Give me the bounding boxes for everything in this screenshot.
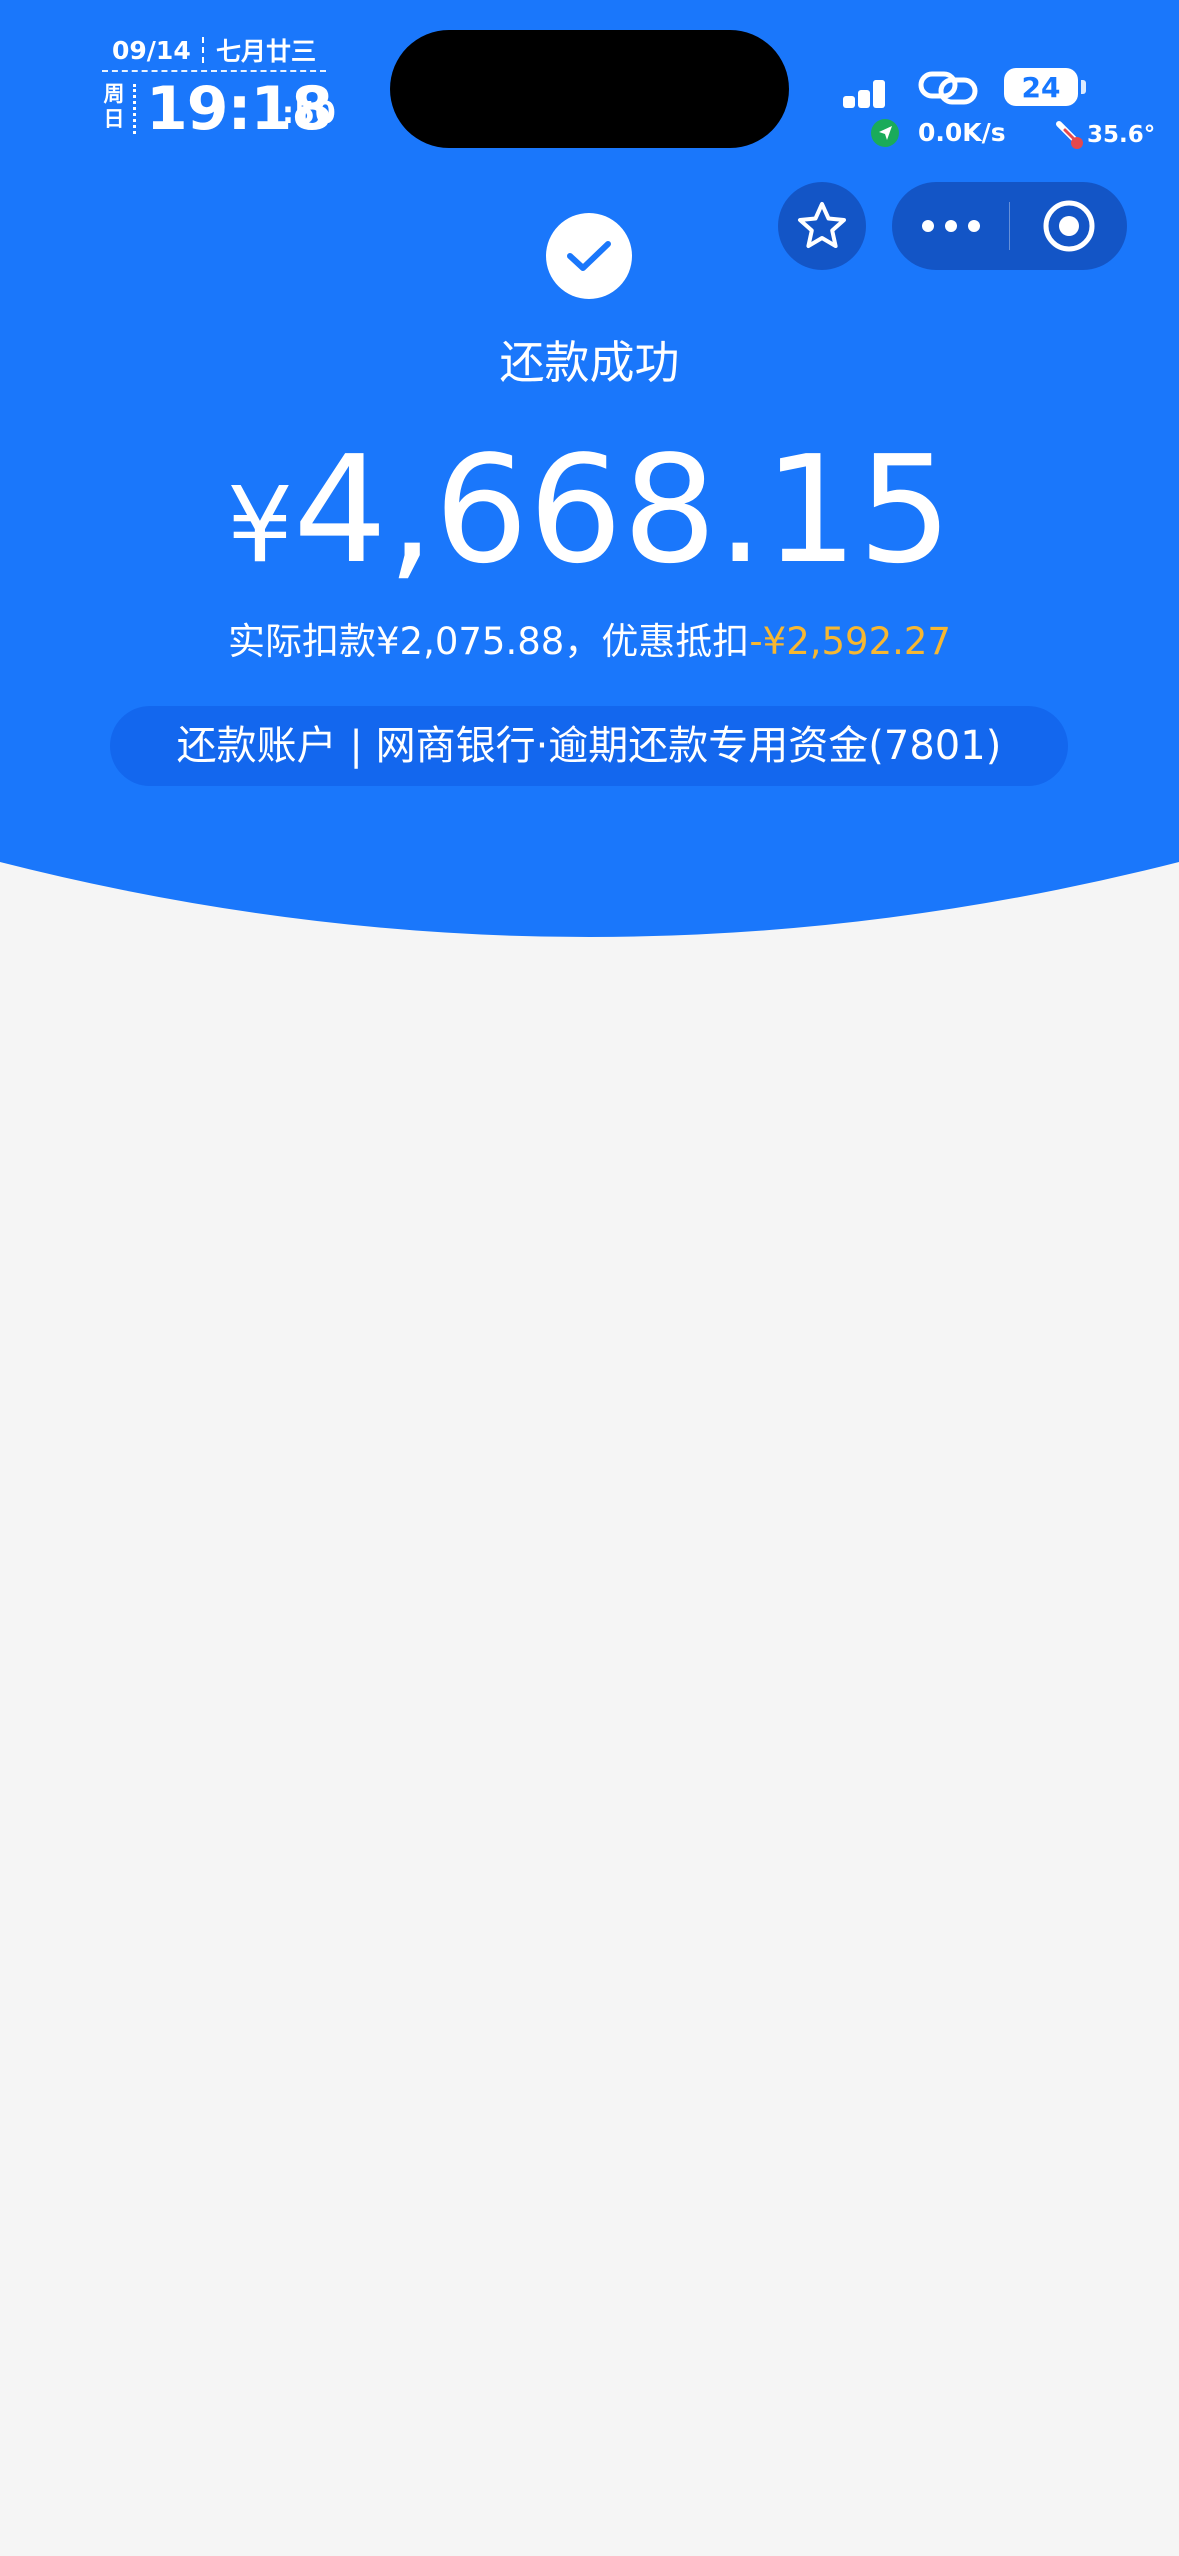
battery-indicator: 24 bbox=[1004, 68, 1078, 106]
discount-label: 优惠抵扣 bbox=[601, 620, 750, 663]
dynamic-island bbox=[390, 30, 789, 148]
checkmark-icon bbox=[567, 241, 611, 271]
battery-level: 24 bbox=[1021, 70, 1061, 104]
currency-symbol: ¥ bbox=[226, 464, 294, 586]
thermometer-icon bbox=[1056, 121, 1083, 149]
more-button[interactable] bbox=[892, 182, 1009, 270]
repayment-amount: ¥4,668.15 bbox=[0, 430, 1179, 636]
favorite-button[interactable] bbox=[778, 182, 866, 270]
actual-deduction: 实际扣款¥2,075.88， bbox=[228, 620, 602, 663]
status-weekday-separator bbox=[133, 84, 136, 134]
status-date-text: 09/14 bbox=[112, 35, 191, 65]
success-title: 还款成功 bbox=[499, 336, 680, 389]
link-icon bbox=[918, 71, 978, 105]
success-check-icon bbox=[546, 213, 632, 299]
more-dots-icon bbox=[921, 220, 980, 232]
repayment-success-screen: 09/14 七月廿三 周日 19:18 :50 24 0.0K/s 35.6° bbox=[0, 0, 1179, 2556]
status-lunar-date: 七月廿三 bbox=[215, 37, 316, 66]
location-arrow-icon bbox=[871, 119, 899, 147]
network-speed: 0.0K/s bbox=[918, 118, 1006, 147]
temperature: 35.6° bbox=[1087, 122, 1156, 148]
battery-tip bbox=[1081, 80, 1086, 94]
deduction-summary: 实际扣款¥2,075.88，优惠抵扣-¥2,592.27 bbox=[0, 612, 1179, 672]
target-circle-icon bbox=[1043, 200, 1094, 252]
close-mini-program-button[interactable] bbox=[1010, 182, 1127, 270]
repayment-account: 还款账户 | 网商银行·逾期还款专用资金(7801) bbox=[110, 706, 1068, 786]
status-seconds: :50 bbox=[282, 96, 336, 131]
mini-program-capsule bbox=[892, 182, 1127, 270]
status-date-separator bbox=[202, 37, 205, 63]
status-date: 09/14 七月廿三 bbox=[102, 30, 326, 72]
status-weekday: 周日 bbox=[103, 82, 125, 131]
discount-value: -¥2,592.27 bbox=[749, 620, 951, 663]
amount-value: 4,668.15 bbox=[293, 424, 953, 596]
signal-icon bbox=[843, 80, 885, 108]
star-icon bbox=[798, 202, 846, 248]
